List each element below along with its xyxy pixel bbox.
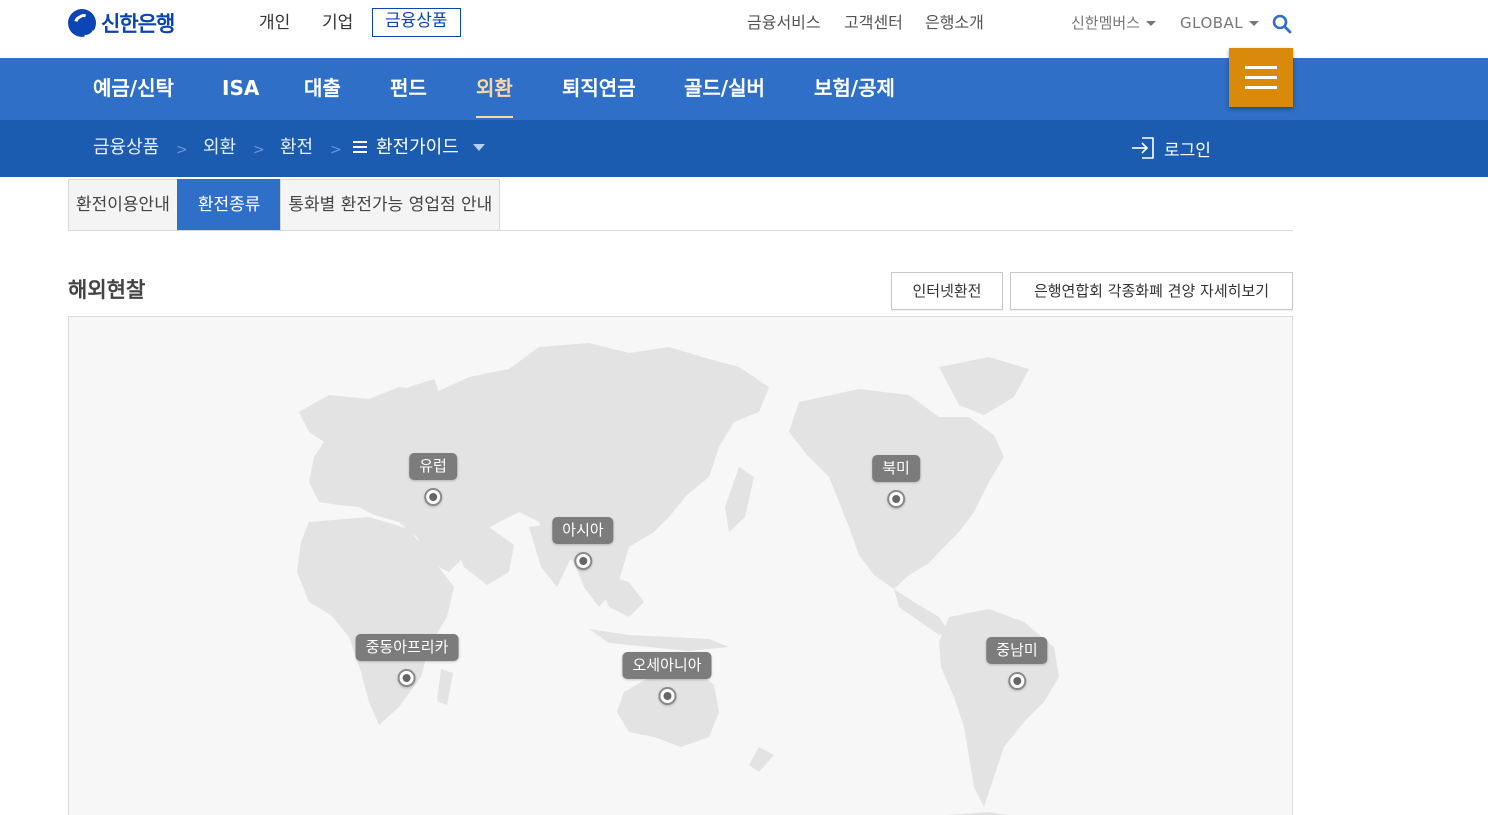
- breadcrumb-item-forex[interactable]: 외환: [203, 136, 236, 160]
- nav-item-isa[interactable]: ISA: [222, 58, 259, 120]
- login-button[interactable]: 로그인: [1130, 134, 1211, 162]
- util-link-about[interactable]: 은행소개: [925, 12, 984, 34]
- region-marker-europe[interactable]: 유럽: [409, 453, 457, 506]
- util-link-customer-center[interactable]: 고객센터: [844, 12, 903, 34]
- caret-down-icon[interactable]: [473, 144, 485, 151]
- shinhan-logo-icon: [68, 9, 96, 37]
- pin-icon: [886, 490, 905, 508]
- section-title: 해외현찰: [68, 278, 146, 302]
- brand-name: 신한은행: [101, 12, 175, 36]
- customer-tab-business[interactable]: 기업: [322, 10, 353, 36]
- nav-item-forex[interactable]: 외환: [476, 58, 513, 120]
- region-label-asia: 아시아: [552, 517, 614, 544]
- menu-icon[interactable]: [1229, 48, 1293, 107]
- region-marker-middle-east-africa[interactable]: 중동아프리카: [355, 634, 459, 687]
- tab-branch-by-currency[interactable]: 통화별 환전가능 영업점 안내: [280, 179, 501, 231]
- brand-logo[interactable]: 신한은행: [68, 8, 175, 38]
- region-marker-latin-america[interactable]: 중남미: [986, 637, 1048, 690]
- region-marker-asia[interactable]: 아시아: [552, 517, 614, 570]
- pin-icon: [657, 687, 676, 705]
- breadcrumb-item-exchange[interactable]: 환전: [280, 136, 313, 160]
- breadcrumb-item-products[interactable]: 금융상품: [93, 136, 159, 160]
- customer-tab-products[interactable]: 금융상품: [372, 8, 461, 37]
- caret-down-icon: [1146, 21, 1157, 26]
- login-label: 로그인: [1164, 140, 1211, 161]
- chevron-right-icon: >: [253, 142, 265, 158]
- tab-exchange-types[interactable]: 환전종류: [176, 179, 282, 231]
- pin-icon: [1008, 672, 1026, 690]
- login-icon: [1132, 137, 1154, 159]
- currency-specimen-button[interactable]: 은행연합회 각종화폐 견양 자세히보기: [1010, 272, 1293, 310]
- region-label-middle-east-africa: 중동아프리카: [355, 634, 459, 661]
- region-marker-north-america[interactable]: 북미: [872, 455, 920, 508]
- world-map-image: [297, 343, 1059, 815]
- region-label-latin-america: 중남미: [986, 637, 1048, 664]
- nav-item-loan[interactable]: 대출: [304, 58, 341, 120]
- global-dropdown-label: GLOBAL: [1180, 14, 1244, 32]
- world-map: 유럽 아시아 북미 중동아프리카 오세아니아 중남미: [68, 316, 1293, 815]
- chevron-right-icon: >: [176, 142, 188, 158]
- global-dropdown[interactable]: GLOBAL: [1180, 12, 1260, 34]
- region-label-oceania: 오세아니아: [622, 652, 712, 679]
- pin-icon: [423, 488, 442, 506]
- customer-tab-personal[interactable]: 개인: [259, 10, 290, 36]
- breadcrumb-current[interactable]: 환전가이드: [376, 136, 459, 160]
- internet-exchange-button[interactable]: 인터넷환전: [891, 272, 1003, 310]
- nav-item-gold-silver[interactable]: 골드/실버: [684, 58, 765, 120]
- util-link-services[interactable]: 금융서비스: [747, 12, 821, 34]
- search-icon[interactable]: [1272, 14, 1292, 34]
- members-dropdown[interactable]: 신한멤버스: [1071, 12, 1157, 34]
- nav-item-deposit[interactable]: 예금/신탁: [93, 58, 174, 120]
- breadcrumb: 금융상품 > 외환 > 환전 > 환전가이드: [0, 120, 1488, 177]
- members-dropdown-label: 신한멤버스: [1071, 14, 1141, 32]
- nav-item-pension[interactable]: 퇴직연금: [562, 58, 636, 120]
- list-icon: [353, 141, 367, 153]
- tab-divider: [68, 230, 1293, 231]
- region-label-europe: 유럽: [409, 453, 457, 480]
- region-label-north-america: 북미: [872, 455, 920, 482]
- nav-item-insurance[interactable]: 보험/공제: [814, 58, 895, 120]
- tab-exchange-info[interactable]: 환전이용안내: [68, 179, 178, 231]
- caret-down-icon: [1249, 21, 1260, 26]
- nav-item-fund[interactable]: 펀드: [390, 58, 427, 120]
- pin-icon: [398, 669, 416, 687]
- pin-icon: [574, 552, 592, 570]
- sub-tabs: 환전이용안내 환전종류 통화별 환전가능 영업점 안내: [68, 179, 501, 231]
- region-marker-oceania[interactable]: 오세아니아: [622, 652, 712, 705]
- chevron-right-icon: >: [330, 142, 342, 158]
